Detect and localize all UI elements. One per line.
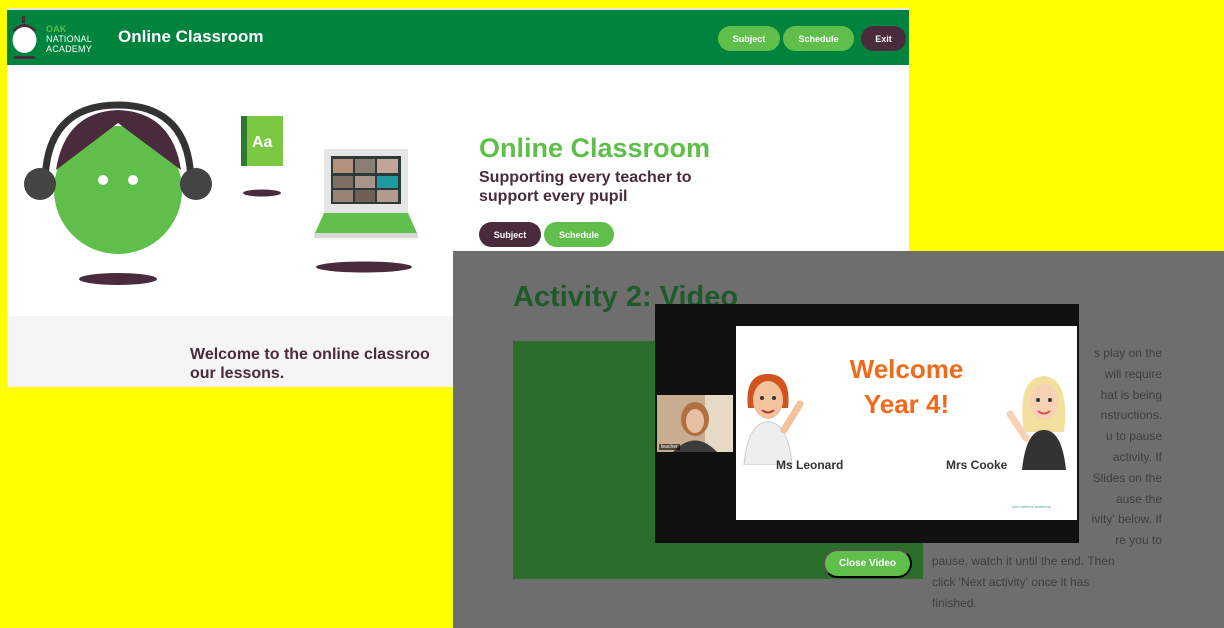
welcome-slide: Welcome Year 4! Ms Leonard Mrs Cooke oak…: [736, 326, 1077, 520]
book-label: Aa: [252, 134, 273, 151]
book-icon: [241, 116, 283, 197]
bitmoji-left-icon: [743, 374, 804, 465]
welcome-text-line2: our lessons.: [190, 365, 285, 382]
hero-title: Online Classroom: [479, 133, 711, 163]
app-title: Online Classroom: [118, 27, 264, 46]
close-video-button[interactable]: Close Video: [823, 549, 912, 578]
welcome-text-line1: Welcome to the online classroo: [190, 346, 430, 363]
bitmoji-right-icon: [1006, 376, 1066, 470]
video-overlay[interactable]: teacher Welcome Year 4! Ms Leonard Mrs C…: [655, 304, 1079, 543]
slide-footer: oak national academy: [1012, 504, 1051, 509]
laptop-icon: [314, 149, 418, 273]
slide-teacher-left: Ms Leonard: [776, 458, 844, 472]
teacher-webcam: teacher: [657, 395, 733, 452]
logo-wordmark: OAK NATIONAL ACADEMY: [46, 24, 92, 54]
header-exit-button[interactable]: Exit: [861, 26, 906, 51]
logo-line-academy: ACADEMY: [46, 44, 92, 54]
webcam-label: teacher: [659, 444, 680, 450]
logo-line-national: NATIONAL: [46, 34, 92, 44]
welcome-text: Welcome to the online classroo our lesso…: [190, 345, 462, 383]
instruction-line: finished.: [932, 595, 977, 610]
acorn-icon: [12, 16, 37, 59]
slide-teacher-right: Mrs Cooke: [946, 458, 1008, 472]
logo-line-oak: OAK: [46, 24, 67, 34]
top-navigation-bar: OAK NATIONAL ACADEMY Online Classroom Su…: [7, 10, 909, 65]
oak-logo[interactable]: OAK NATIONAL ACADEMY: [10, 14, 100, 62]
instruction-line: click 'Next activity' once it has: [932, 574, 1090, 589]
header-subject-button[interactable]: Subject: [718, 26, 780, 51]
hero-subtitle: Supporting every teacher to support ever…: [479, 169, 692, 205]
hero-schedule-button[interactable]: Schedule: [544, 222, 614, 247]
header-schedule-button[interactable]: Schedule: [783, 26, 854, 51]
hero-illustration: Aa: [24, 101, 418, 285]
instruction-line: pause, watch it until the end. Then: [932, 553, 1115, 568]
student-headphones-figure: [24, 101, 212, 285]
hero-subject-button[interactable]: Subject: [479, 222, 541, 247]
